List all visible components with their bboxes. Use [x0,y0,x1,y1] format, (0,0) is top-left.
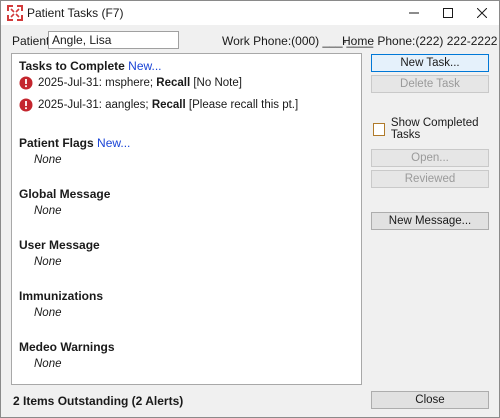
status-summary: 2 Items Outstanding (2 Alerts) [13,394,184,408]
title-bar: Patient Tasks (F7) [1,1,499,25]
show-completed-checkbox[interactable] [373,122,385,136]
patient-flags-value: None [34,154,62,166]
task-text: 2025-Jul-31: aangles; Recall [Please rec… [38,99,299,111]
patient-tasks-window: Patient Tasks (F7) Patient: Angle, Lisa … [0,0,500,418]
task-item[interactable]: 2025-Jul-31: aangles; Recall [Please rec… [19,96,298,114]
medeo-warnings-value: None [34,358,62,370]
home-phone: Home Phone:(222) 222-2222 [342,34,498,48]
medeo-warnings-title: Medeo Warnings [19,340,115,354]
alert-icon [19,98,33,112]
immunizations-title: Immunizations [19,289,104,303]
maximize-icon [443,8,453,18]
new-flag-link[interactable]: New... [97,136,130,150]
patient-flags-title-text: Patient Flags [19,136,94,150]
immunizations-value: None [34,307,62,319]
user-message-value: None [34,256,62,268]
minimize-button[interactable] [397,1,431,25]
tasks-title-text: Tasks to Complete [19,59,125,73]
reviewed-button[interactable]: Reviewed [371,170,489,188]
user-message-title: User Message [19,238,100,252]
global-message-value: None [34,205,62,217]
show-completed-row[interactable]: Show Completed Tasks [373,117,499,141]
close-icon [477,8,487,18]
open-button[interactable]: Open... [371,149,489,167]
patient-label: Patient: [12,34,53,48]
show-completed-label: Show Completed Tasks [390,117,479,141]
maximize-button[interactable] [431,1,465,25]
new-task-button[interactable]: New Task... [371,54,489,72]
new-task-link[interactable]: New... [128,59,161,73]
window-title: Patient Tasks (F7) [27,6,124,20]
delete-task-button[interactable]: Delete Task [371,75,489,93]
close-window-button[interactable] [465,1,499,25]
tasks-section-title: Tasks to Complete New... [19,59,162,73]
close-button[interactable]: Close [371,391,489,409]
patient-flags-title: Patient Flags New... [19,136,130,150]
tasks-panel: Tasks to Complete New... 2025-Jul-31: ms… [11,53,362,385]
app-icon [7,5,23,21]
alert-icon [19,76,33,90]
new-message-button[interactable]: New Message... [371,212,489,230]
minimize-icon [409,12,419,14]
task-item[interactable]: 2025-Jul-31: msphere; Recall [No Note] [19,74,242,92]
task-text: 2025-Jul-31: msphere; Recall [No Note] [38,77,242,89]
global-message-title: Global Message [19,187,111,201]
patient-field[interactable]: Angle, Lisa [48,31,179,49]
